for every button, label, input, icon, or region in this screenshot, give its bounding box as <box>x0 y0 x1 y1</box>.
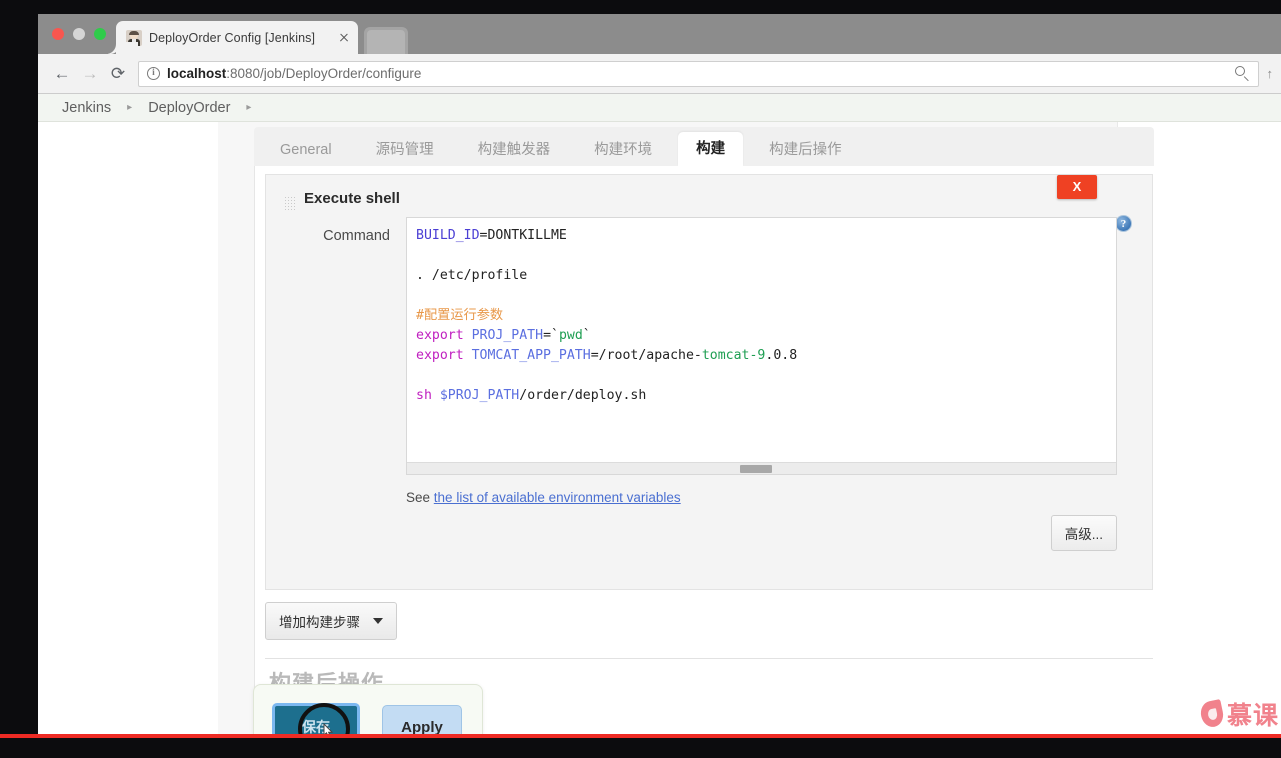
url-path: :8080/job/DeployOrder/configure <box>226 66 422 81</box>
tab-general[interactable]: General <box>262 135 350 166</box>
tab-post-build[interactable]: 构建后操作 <box>751 135 860 166</box>
forward-icon: → <box>81 63 99 83</box>
apply-button[interactable]: Apply <box>382 705 462 736</box>
add-build-step-label: 增加构建步骤 <box>279 615 360 630</box>
tab-build-trigger[interactable]: 构建触发器 <box>460 135 569 166</box>
browser-new-tab-placeholder[interactable] <box>364 27 408 54</box>
video-letterbox-left <box>0 0 38 758</box>
video-letterbox-top <box>0 0 1281 14</box>
save-button[interactable]: 保存 <box>272 703 360 736</box>
scrollbar-thumb[interactable] <box>740 465 773 473</box>
tab-source-mgmt[interactable]: 源码管理 <box>358 135 452 166</box>
breadcrumb-item-deployorder[interactable]: DeployOrder <box>146 100 232 116</box>
browser-window: DeployOrder Config [Jenkins] ← → ⟳ i loc… <box>38 14 1281 736</box>
url-host: localhost <box>167 66 227 81</box>
tab-build-env[interactable]: 构建环境 <box>576 135 670 166</box>
shell-script-content[interactable]: BUILD_ID=DONTKILLME . /etc/profile #配置运行… <box>407 218 1116 458</box>
save-bar: 保存 Apply 操 <box>253 684 483 736</box>
window-close-button[interactable] <box>52 28 64 40</box>
command-textarea[interactable]: BUILD_ID=DONTKILLME . /etc/profile #配置运行… <box>406 217 1117 475</box>
horizontal-scrollbar[interactable] <box>407 462 1116 474</box>
env-vars-hint: See the list of available environment va… <box>406 490 681 505</box>
advanced-button[interactable]: 高级... <box>1050 515 1117 551</box>
browser-tab-strip: DeployOrder Config [Jenkins] <box>38 14 1281 54</box>
command-label: Command <box>323 228 390 244</box>
site-info-icon[interactable]: i <box>147 67 160 80</box>
help-icon[interactable]: ? <box>1115 215 1132 232</box>
close-icon[interactable] <box>336 30 352 46</box>
chevron-right-icon-2[interactable]: ▸ <box>232 102 265 113</box>
window-traffic-lights[interactable] <box>52 28 106 40</box>
breadcrumb: Jenkins ▸ DeployOrder ▸ <box>38 94 1281 122</box>
browser-tab-title: DeployOrder Config [Jenkins] <box>149 30 316 45</box>
config-area: General 源码管理 构建触发器 构建环境 构建 构建后操作 Execute… <box>218 122 1281 736</box>
window-zoom-button[interactable] <box>94 28 106 40</box>
back-icon[interactable]: ← <box>48 60 76 88</box>
watermark-text: 慕课 <box>1226 702 1279 730</box>
browser-tab-active[interactable]: DeployOrder Config [Jenkins] <box>116 21 358 54</box>
drag-handle-icon[interactable] <box>284 196 296 212</box>
delete-build-step-button[interactable]: X <box>1057 175 1097 199</box>
execute-shell-block: Execute shell X ? Command BUILD_ID=DONTK… <box>265 174 1153 590</box>
browser-toolbar: ← → ⟳ i localhost :8080/job/DeployOrder/… <box>38 54 1281 94</box>
jenkins-butler-icon <box>126 29 142 46</box>
add-build-step-button[interactable]: 增加构建步骤 <box>265 602 397 640</box>
video-stage: DeployOrder Config [Jenkins] ← → ⟳ i loc… <box>0 0 1281 758</box>
address-bar[interactable]: i localhost :8080/job/DeployOrder/config… <box>138 60 1259 87</box>
reload-icon[interactable]: ⟳ <box>104 60 132 88</box>
config-tab-bar: General 源码管理 构建触发器 构建环境 构建 构建后操作 <box>254 127 1154 166</box>
chevron-right-icon: ▸ <box>127 102 133 113</box>
flame-icon <box>1198 698 1226 730</box>
jenkins-config-page: General 源码管理 构建触发器 构建环境 构建 构建后操作 Execute… <box>38 122 1281 736</box>
build-step-title: Execute shell <box>304 190 400 207</box>
see-prefix: See <box>406 490 431 505</box>
chevron-down-icon <box>373 618 383 624</box>
section-divider <box>265 658 1153 659</box>
magnifier-icon[interactable] <box>1234 66 1250 81</box>
window-minimize-button[interactable] <box>73 28 85 40</box>
env-vars-link[interactable]: the list of available environment variab… <box>434 490 681 505</box>
config-panel: Execute shell X ? Command BUILD_ID=DONTK… <box>253 166 1154 736</box>
video-control-bar <box>0 738 1281 758</box>
breadcrumb-item-jenkins[interactable]: Jenkins <box>60 100 113 116</box>
watermark: 慕课 <box>1198 696 1279 732</box>
tab-build[interactable]: 构建 <box>678 132 744 166</box>
sidebar-blank <box>38 122 218 736</box>
toolbar-overflow-icon[interactable]: ↑ <box>1267 66 1274 81</box>
